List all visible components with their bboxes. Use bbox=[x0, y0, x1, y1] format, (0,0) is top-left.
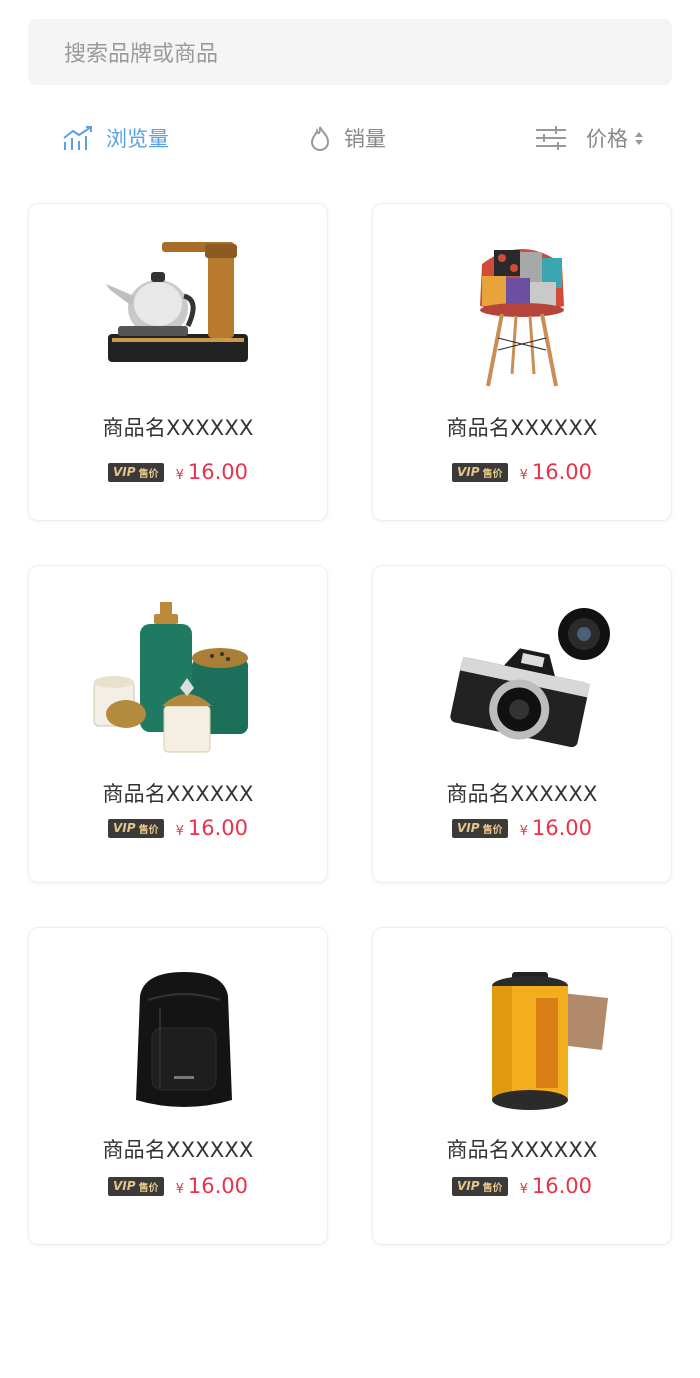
search-placeholder: 搜索品牌或商品 bbox=[64, 42, 219, 67]
sort-tab-views[interactable]: 浏览量 bbox=[62, 116, 169, 160]
price-line: VIP 售价 ¥16.00 bbox=[373, 816, 671, 840]
product-price: ¥16.00 bbox=[175, 816, 248, 840]
product-price: ¥16.00 bbox=[519, 1174, 592, 1198]
product-card[interactable]: 商品名XXXXXX VIP 售价 ¥16.00 bbox=[372, 203, 672, 521]
product-card[interactable]: 商品名XXXXXX VIP 售价 ¥16.00 bbox=[28, 565, 328, 883]
price-line: VIP 售价 ¥16.00 bbox=[29, 816, 327, 840]
vip-badge: VIP 售价 bbox=[452, 818, 508, 838]
product-name: 商品名XXXXXX bbox=[446, 416, 598, 440]
filter-sliders-icon[interactable] bbox=[534, 124, 568, 152]
film-roll-image bbox=[432, 968, 612, 1110]
vip-badge: VIP 售价 bbox=[108, 462, 164, 482]
vip-badge: VIP 售价 bbox=[452, 462, 508, 482]
vip-badge: VIP 售价 bbox=[108, 1176, 164, 1196]
bottom-spacer bbox=[0, 1340, 700, 1378]
patchwork-chair-image bbox=[432, 234, 612, 387]
product-name: 商品名XXXXXX bbox=[446, 1138, 598, 1162]
search-input[interactable]: 搜索品牌或商品 bbox=[28, 19, 672, 85]
product-price: ¥16.00 bbox=[519, 816, 592, 840]
sort-tab-sales-label: 销量 bbox=[344, 127, 386, 151]
sort-tab-sales[interactable]: 销量 bbox=[308, 116, 386, 160]
vip-badge: VIP 售价 bbox=[452, 1176, 508, 1196]
product-name: 商品名XXXXXX bbox=[102, 782, 254, 806]
product-card[interactable]: 商品名XXXXXX VIP 售价 ¥16.00 bbox=[372, 565, 672, 883]
product-card[interactable]: 商品名XXXXXX VIP 售价 ¥16.00 bbox=[28, 203, 328, 521]
electric-kettle-image bbox=[88, 234, 268, 374]
product-name: 商品名XXXXXX bbox=[102, 1138, 254, 1162]
product-price: ¥16.00 bbox=[175, 1174, 248, 1198]
price-line: VIP 售价 ¥16.00 bbox=[29, 460, 327, 484]
price-line: VIP 售价 ¥16.00 bbox=[29, 1174, 327, 1198]
flame-icon bbox=[308, 124, 332, 152]
sort-tab-price[interactable]: 价格 bbox=[534, 116, 643, 160]
product-card[interactable]: 商品名XXXXXX VIP 售价 ¥16.00 bbox=[372, 927, 672, 1245]
product-price: ¥16.00 bbox=[175, 460, 248, 484]
product-card[interactable]: 商品名XXXXXX VIP 售价 ¥16.00 bbox=[28, 927, 328, 1245]
bathroom-set-image bbox=[88, 602, 268, 753]
price-line: VIP 售价 ¥16.00 bbox=[373, 1174, 671, 1198]
sort-tab-views-label: 浏览量 bbox=[106, 127, 169, 151]
trend-chart-icon bbox=[62, 124, 94, 152]
price-line: VIP 售价 ¥16.00 bbox=[373, 460, 671, 484]
backpack-image bbox=[88, 968, 268, 1108]
film-camera-image bbox=[432, 606, 612, 748]
vip-badge: VIP 售价 bbox=[108, 818, 164, 838]
product-name: 商品名XXXXXX bbox=[102, 416, 254, 440]
product-price: ¥16.00 bbox=[519, 460, 592, 484]
sort-arrows-icon bbox=[635, 131, 643, 145]
product-name: 商品名XXXXXX bbox=[446, 782, 598, 806]
sort-tab-price-label: 价格 bbox=[586, 127, 628, 151]
